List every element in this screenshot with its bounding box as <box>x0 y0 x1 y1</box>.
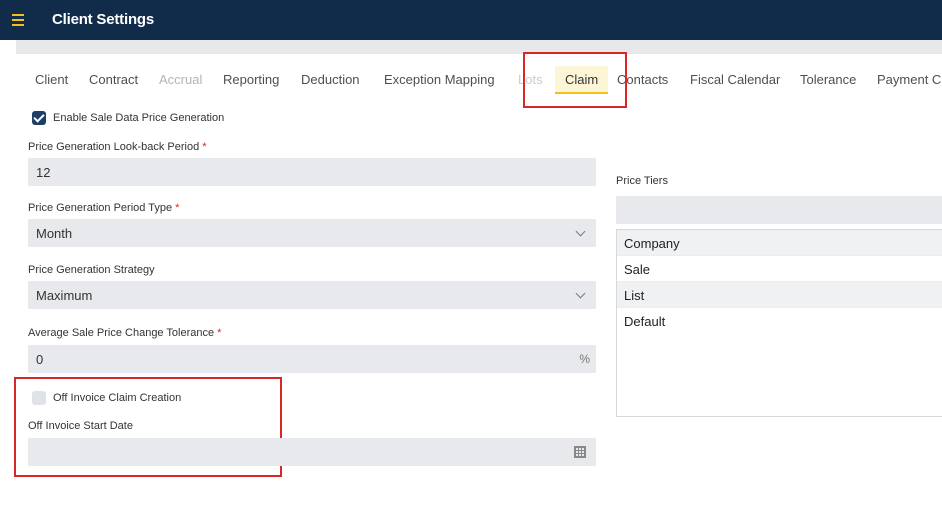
list-item[interactable]: Company <box>617 230 942 256</box>
price-tiers-list: Company Sale List Default <box>616 229 942 417</box>
list-item[interactable]: Default <box>617 308 942 334</box>
off-invoice-start-label: Off Invoice Start Date <box>28 420 133 432</box>
price-tiers-label: Price Tiers <box>616 175 668 187</box>
tolerance-label: Average Sale Price Change Tolerance * <box>28 327 222 339</box>
tab-contacts[interactable]: Contacts <box>617 72 668 87</box>
list-item[interactable]: Sale <box>617 256 942 282</box>
tab-client[interactable]: Client <box>35 72 68 87</box>
off-invoice-claim-label: Off Invoice Claim Creation <box>53 392 182 404</box>
strategy-label: Price Generation Strategy <box>28 264 155 276</box>
chevron-down-icon <box>575 226 586 237</box>
sub-header-bar <box>16 40 942 54</box>
tolerance-input[interactable]: 0 % <box>28 345 596 373</box>
off-invoice-start-date-input[interactable] <box>28 438 596 466</box>
list-item[interactable]: List <box>617 282 942 308</box>
strategy-select[interactable]: Maximum <box>28 281 596 309</box>
tab-deduction[interactable]: Deduction <box>301 72 360 87</box>
chevron-down-icon <box>575 288 586 299</box>
top-bar: Client Settings <box>0 0 942 40</box>
period-type-select[interactable]: Month <box>28 219 596 247</box>
lookback-period-input[interactable]: 12 <box>28 158 596 186</box>
tab-lots[interactable]: Lots <box>518 72 543 87</box>
tab-tolerance[interactable]: Tolerance <box>800 72 856 87</box>
tab-bar: Client Contract Accrual Reporting Deduct… <box>0 66 942 94</box>
percent-suffix: % <box>579 352 590 366</box>
tab-accrual: Accrual <box>159 72 203 87</box>
hamburger-menu-icon[interactable] <box>12 14 24 26</box>
tab-exception-mapping[interactable]: Exception Mapping <box>384 72 495 87</box>
lookback-period-label: Price Generation Look-back Period * <box>28 141 207 153</box>
tab-reporting[interactable]: Reporting <box>223 72 279 87</box>
calendar-icon[interactable] <box>574 446 586 458</box>
page-title: Client Settings <box>52 11 155 28</box>
off-invoice-claim-checkbox[interactable] <box>32 391 46 405</box>
enable-price-generation-checkbox[interactable] <box>32 111 46 125</box>
period-type-label: Price Generation Period Type * <box>28 202 180 214</box>
tab-fiscal-calendar[interactable]: Fiscal Calendar <box>690 72 780 87</box>
tab-claim[interactable]: Claim <box>555 66 609 94</box>
enable-price-generation-label: Enable Sale Data Price Generation <box>53 112 225 124</box>
tab-payment[interactable]: Payment C <box>877 72 941 87</box>
price-tiers-filter[interactable] <box>616 196 942 224</box>
tab-contract[interactable]: Contract <box>89 72 138 87</box>
